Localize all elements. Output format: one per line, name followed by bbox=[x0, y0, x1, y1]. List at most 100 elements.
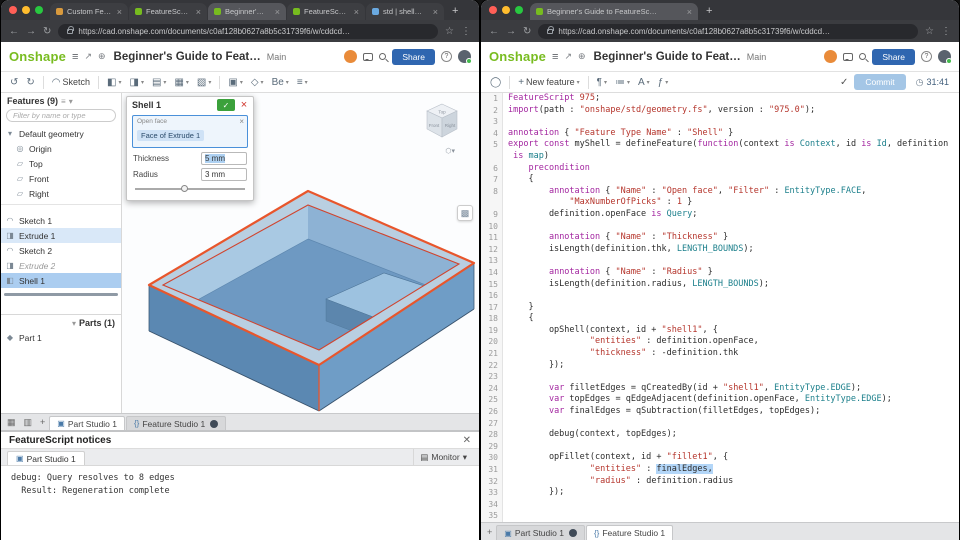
help-icon[interactable]: ? bbox=[921, 51, 932, 62]
code-text[interactable]: opShell(context, id + "shell1", { bbox=[503, 325, 718, 337]
tab-close-icon[interactable]: × bbox=[117, 7, 122, 17]
minimize-button[interactable] bbox=[22, 6, 30, 14]
code-text[interactable]: }); bbox=[503, 360, 564, 372]
notices-tab-part-studio[interactable]: ▣ Part Studio 1 bbox=[7, 451, 85, 465]
minimize-button[interactable] bbox=[502, 6, 510, 14]
zoom-button[interactable] bbox=[515, 6, 523, 14]
help-icon[interactable]: ? bbox=[441, 51, 452, 62]
toolbar-[interactable]: ƒ▾ bbox=[655, 76, 672, 89]
panel-toggle-icon[interactable]: ▦ bbox=[3, 417, 20, 428]
bookmark-icon[interactable]: ☆ bbox=[445, 26, 454, 37]
code-text[interactable]: var filletEdges = qCreatedBy(id + "shell… bbox=[503, 383, 861, 395]
toolbar-sketch[interactable]: ◠Sketch bbox=[49, 76, 93, 89]
code-text[interactable]: definition.openFace is Query; bbox=[503, 209, 697, 221]
toolbar-[interactable]: ▣▾ bbox=[225, 76, 245, 89]
feature-item-sketch-2[interactable]: ◠Sketch 2 bbox=[1, 243, 121, 258]
cancel-button[interactable]: × bbox=[238, 99, 250, 111]
user-avatar[interactable] bbox=[458, 50, 471, 63]
browser-tab-featuresc[interactable]: FeatureSc…× bbox=[287, 3, 365, 20]
add-studio-icon[interactable]: + bbox=[36, 417, 49, 427]
tab-close-icon[interactable]: × bbox=[196, 7, 201, 17]
toolbar-[interactable]: ◯ bbox=[487, 76, 504, 89]
close-notices-icon[interactable]: ✕ bbox=[463, 435, 471, 446]
feature-item-extrude-1[interactable]: ◨Extrude 1 bbox=[1, 228, 121, 243]
code-text[interactable]: } bbox=[503, 302, 534, 314]
toolbar-[interactable]: ≔▾ bbox=[612, 76, 633, 89]
view-cube[interactable]: Top Front Right bbox=[419, 99, 465, 145]
clear-selection-icon[interactable]: × bbox=[239, 117, 244, 126]
open-face-field[interactable]: × Open face Face of Extrude 1 bbox=[132, 115, 248, 148]
add-studio-icon[interactable]: + bbox=[483, 527, 496, 537]
onshape-logo[interactable]: Onshape bbox=[489, 49, 546, 64]
feature-item-front[interactable]: ▱Front bbox=[1, 171, 121, 186]
code-text[interactable] bbox=[503, 510, 508, 522]
zoom-button[interactable] bbox=[35, 6, 43, 14]
onshape-logo[interactable]: Onshape bbox=[9, 49, 66, 64]
toolbar-new-feature[interactable]: +New feature▾ bbox=[515, 76, 582, 89]
overflow-menu-icon[interactable]: ⋮ bbox=[461, 26, 471, 37]
code-text[interactable]: "entities" : definition.openFace, bbox=[503, 336, 759, 348]
code-text[interactable]: FeatureScript 975; bbox=[503, 93, 600, 105]
radius-input[interactable]: 3 mm bbox=[201, 168, 247, 181]
add-icon[interactable]: ⊕ bbox=[98, 51, 106, 62]
collaborator-avatar[interactable] bbox=[344, 50, 357, 63]
toolbar-[interactable]: ◇▾ bbox=[248, 76, 267, 89]
radius-slider[interactable] bbox=[135, 184, 245, 194]
code-text[interactable]: { bbox=[503, 174, 534, 186]
slider-thumb[interactable] bbox=[181, 185, 188, 192]
share-doc-icon[interactable]: ↗ bbox=[564, 51, 572, 62]
back-icon[interactable]: ← bbox=[489, 26, 499, 37]
tab-close-icon[interactable]: × bbox=[275, 7, 280, 17]
toolbar-be[interactable]: Be▾ bbox=[269, 76, 292, 89]
commit-check-icon[interactable]: ✓ bbox=[836, 77, 852, 88]
feature-item-default-geometry[interactable]: ▾Default geometry bbox=[1, 126, 121, 141]
code-text[interactable] bbox=[503, 116, 508, 128]
code-text[interactable]: }); bbox=[503, 487, 564, 499]
feature-item-right[interactable]: ▱Right bbox=[1, 186, 121, 201]
part-item-part-1[interactable]: ◆Part 1 bbox=[1, 330, 121, 345]
reload-icon[interactable]: ↻ bbox=[523, 26, 531, 37]
code-text[interactable]: opFillet(context, id + "fillet1", { bbox=[503, 452, 728, 464]
forward-icon[interactable]: → bbox=[506, 26, 516, 37]
code-text[interactable] bbox=[503, 441, 508, 453]
browser-tab-featuresc[interactable]: FeatureSc…× bbox=[129, 3, 207, 20]
code-text[interactable] bbox=[503, 371, 508, 383]
panel-options-icon[interactable]: ≡ bbox=[61, 97, 66, 106]
feature-item-extrude-2[interactable]: ◨Extrude 2 bbox=[1, 258, 121, 273]
viewport-tool-icon[interactable]: ▩ bbox=[457, 205, 473, 221]
code-editor[interactable]: 1FeatureScript 975;2import(path : "onsha… bbox=[481, 93, 959, 522]
user-avatar[interactable] bbox=[938, 50, 951, 63]
toolbar-[interactable]: ↺ bbox=[7, 76, 21, 89]
code-text[interactable] bbox=[503, 290, 508, 302]
tab-close-icon[interactable]: × bbox=[433, 7, 438, 17]
code-text[interactable]: annotation { "Name" : "Thickness" } bbox=[503, 232, 728, 244]
panel-toggle2-icon[interactable]: ▥ bbox=[20, 417, 37, 428]
feature-item-origin[interactable]: ◎Origin bbox=[1, 141, 121, 156]
share-button[interactable]: Share bbox=[872, 49, 915, 65]
thickness-input[interactable]: 5 mm bbox=[201, 152, 247, 165]
new-tab-button[interactable]: + bbox=[452, 5, 458, 17]
close-button[interactable] bbox=[9, 6, 17, 14]
studio-tab-part-studio-1[interactable]: ▣Part Studio 1 bbox=[49, 416, 125, 430]
toolbar-[interactable]: ▧▾ bbox=[194, 76, 214, 89]
code-text[interactable]: "entities" : finalEdges, bbox=[503, 464, 713, 476]
reload-icon[interactable]: ↻ bbox=[43, 26, 51, 37]
browser-tab-beginner-s-guide-to-featuresc[interactable]: Beginner's Guide to FeatureSc…× bbox=[530, 3, 698, 20]
toolbar-a[interactable]: A▾ bbox=[635, 76, 653, 89]
search-icon[interactable] bbox=[379, 53, 386, 60]
code-text[interactable]: isLength(definition.radius, LENGTH_BOUND… bbox=[503, 279, 769, 291]
3d-viewport[interactable]: Top Front Right ⬡▾ ▩ Shell 1 ✓ × × Open … bbox=[122, 93, 479, 413]
search-icon[interactable] bbox=[859, 53, 866, 60]
collaborator-avatar[interactable] bbox=[824, 50, 837, 63]
code-text[interactable]: "radius" : definition.radius bbox=[503, 476, 733, 488]
menu-icon[interactable]: ≡ bbox=[552, 51, 558, 63]
code-text[interactable]: precondition bbox=[503, 163, 590, 175]
overflow-menu-icon[interactable]: ⋮ bbox=[941, 26, 951, 37]
toolbar-[interactable]: ◧▾ bbox=[104, 76, 124, 89]
toolbar-[interactable]: ↻ bbox=[23, 76, 37, 89]
workspace-label[interactable]: Main bbox=[267, 52, 287, 62]
code-text[interactable] bbox=[503, 499, 508, 511]
parts-caret-icon[interactable]: ▾ bbox=[72, 319, 76, 328]
selection-chip[interactable]: Face of Extrude 1 bbox=[137, 130, 204, 141]
code-text[interactable]: debug(context, topEdges); bbox=[503, 429, 677, 441]
